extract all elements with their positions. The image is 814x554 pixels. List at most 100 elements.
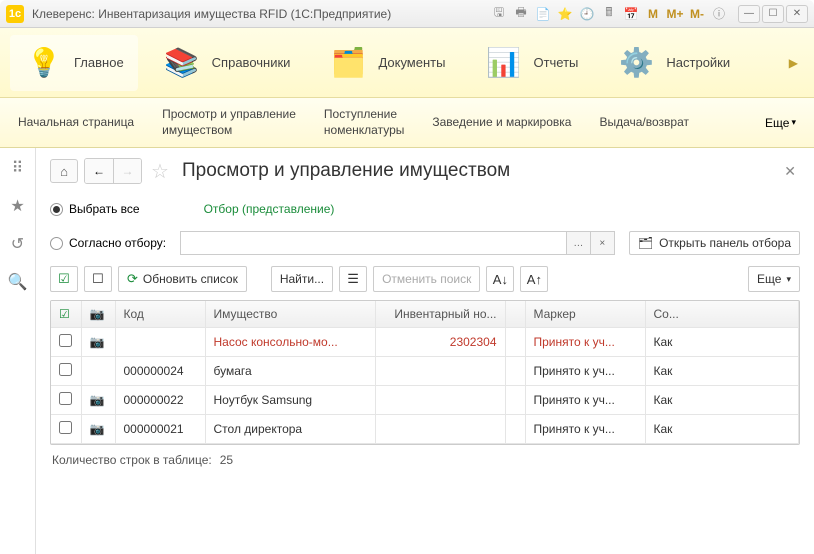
refresh-button[interactable]: ⟳ Обновить список: [118, 266, 247, 292]
tb-m-icon[interactable]: M: [644, 5, 662, 23]
col-inv[interactable]: Инвентарный но...: [375, 301, 505, 328]
find-list-button[interactable]: ☰: [339, 266, 367, 292]
nav-settings[interactable]: ⚙️ Настройки: [602, 35, 744, 91]
filter-block: Выбрать все Отбор (представление) Соглас…: [50, 196, 800, 256]
star-icon[interactable]: ★: [8, 196, 28, 216]
subnav-marking[interactable]: Заведение и маркировка: [432, 115, 571, 131]
titlebar: 1c Клеверенс: Инвентаризация имущества R…: [0, 0, 814, 28]
cell-state: Как: [645, 357, 799, 386]
radio-by-filter-label: Согласно отбору:: [69, 236, 166, 250]
col-asset[interactable]: Имущество: [205, 301, 375, 328]
cell-check[interactable]: [51, 386, 81, 415]
radio-select-all[interactable]: Выбрать все: [50, 202, 140, 216]
tb-calc-icon[interactable]: 🖩: [600, 5, 618, 23]
cell-gap: [505, 328, 525, 357]
open-filter-panel-label: Открыть панель отбора: [659, 236, 791, 250]
nav-refs[interactable]: 📚 Справочники: [148, 35, 305, 91]
col-marker[interactable]: Маркер: [525, 301, 645, 328]
filter-representation-link[interactable]: Отбор (представление): [204, 202, 335, 216]
nav-reports[interactable]: 📊 Отчеты: [469, 35, 592, 91]
search-icon[interactable]: 🔍: [8, 272, 28, 292]
col-check[interactable]: ☑: [51, 301, 81, 328]
minimize-button[interactable]: —: [738, 5, 760, 23]
tb-print-icon[interactable]: 🖶: [512, 5, 530, 23]
filter-ellipsis-button[interactable]: …: [567, 231, 591, 255]
nav-main[interactable]: 💡 Главное: [10, 35, 138, 91]
table-row[interactable]: 📷Насос консольно-мо...2302304Принято к у…: [51, 328, 799, 357]
nav-main-label: Главное: [74, 55, 124, 70]
row-checkbox[interactable]: [59, 421, 72, 434]
col-state[interactable]: Со...: [645, 301, 799, 328]
row-checkbox[interactable]: [59, 363, 72, 376]
forward-button[interactable]: →: [113, 159, 141, 183]
cell-marker: Принято к уч...: [525, 357, 645, 386]
subnav-issue[interactable]: Выдача/возврат: [599, 115, 689, 131]
tb-calendar-icon[interactable]: 📅: [622, 5, 640, 23]
subnav-assets[interactable]: Просмотр и управление имуществом: [162, 107, 296, 138]
back-button[interactable]: ←: [85, 159, 113, 183]
table-row[interactable]: 📷000000022Ноутбук SamsungПринято к уч...…: [51, 386, 799, 415]
radio-by-filter[interactable]: Согласно отбору:: [50, 236, 166, 250]
subnav-incoming[interactable]: Поступление номенклатуры: [324, 107, 404, 138]
open-filter-panel-button[interactable]: 🗂 Открыть панель отбора: [629, 231, 800, 255]
sort-desc-button[interactable]: A↑: [520, 266, 548, 292]
check-all-button[interactable]: ☑: [50, 266, 78, 292]
close-window-button[interactable]: ✕: [786, 5, 808, 23]
tb-fav-icon[interactable]: ⭐: [556, 5, 574, 23]
tb-doc-icon[interactable]: 📄: [534, 5, 552, 23]
tb-info-icon[interactable]: ⓘ: [710, 5, 728, 23]
sort-desc-icon: A↑: [527, 272, 542, 287]
col-photo[interactable]: 📷: [81, 301, 115, 328]
maximize-button[interactable]: ☐: [762, 5, 784, 23]
subnav-more[interactable]: Еще ▾: [765, 116, 796, 130]
cell-gap: [505, 357, 525, 386]
col-code[interactable]: Код: [115, 301, 205, 328]
chevron-down-icon: ▾: [791, 117, 796, 128]
tb-mplus-icon[interactable]: M+: [666, 5, 684, 23]
tb-mminus-icon[interactable]: M-: [688, 5, 706, 23]
docs-icon: 🗂️: [328, 43, 368, 83]
cell-code: 000000024: [115, 357, 205, 386]
table-row[interactable]: 📷000000021Стол директораПринято к уч...К…: [51, 415, 799, 444]
nav-settings-label: Настройки: [666, 55, 730, 70]
apps-icon[interactable]: ⠿: [8, 158, 28, 178]
nav-docs[interactable]: 🗂️ Документы: [314, 35, 459, 91]
find-button[interactable]: Найти...: [271, 266, 333, 292]
cell-check[interactable]: [51, 415, 81, 444]
cell-state: Как: [645, 386, 799, 415]
cell-check[interactable]: [51, 357, 81, 386]
row-checkbox[interactable]: [59, 392, 72, 405]
filter-input[interactable]: [180, 231, 567, 255]
filter-clear-button[interactable]: ×: [591, 231, 615, 255]
filter-panel-icon: 🗂: [638, 236, 653, 250]
refresh-icon: ⟳: [127, 271, 138, 287]
radio-dot-icon: [50, 237, 63, 250]
home-button[interactable]: ⌂: [50, 159, 78, 183]
app-icon: 1c: [6, 5, 24, 23]
sort-asc-button[interactable]: A↓: [486, 266, 514, 292]
close-page-button[interactable]: ✕: [780, 163, 800, 180]
asset-table: ☑ 📷 Код Имущество Инвентарный но... Марк…: [50, 300, 800, 445]
content-area: ⌂ ← → ☆ Просмотр и управление имуществом…: [36, 148, 814, 554]
tb-history-icon[interactable]: 🕘: [578, 5, 596, 23]
camera-icon: 📷: [90, 307, 105, 321]
cancel-search-button[interactable]: Отменить поиск: [373, 266, 480, 292]
cell-asset: Ноутбук Samsung: [205, 386, 375, 415]
row-checkbox[interactable]: [59, 334, 72, 347]
toolbar-more-button[interactable]: Еще ▾: [748, 266, 800, 292]
table-row[interactable]: 000000024бумагаПринято к уч...Как: [51, 357, 799, 386]
history-icon[interactable]: ↺: [8, 234, 28, 254]
cell-marker: Принято к уч...: [525, 386, 645, 415]
nav-more-icon[interactable]: ▶: [783, 56, 804, 70]
uncheck-all-button[interactable]: ☐: [84, 266, 112, 292]
cell-inv: [375, 386, 505, 415]
cell-check[interactable]: [51, 328, 81, 357]
tb-save-icon[interactable]: 🖫: [490, 5, 508, 23]
cell-gap: [505, 415, 525, 444]
cell-code: [115, 328, 205, 357]
subnav-home[interactable]: Начальная страница: [18, 115, 134, 131]
chart-icon: 📊: [483, 43, 523, 83]
cell-asset: Стол директора: [205, 415, 375, 444]
row-count-value: 25: [220, 453, 233, 467]
favorite-toggle[interactable]: ☆: [148, 159, 172, 183]
